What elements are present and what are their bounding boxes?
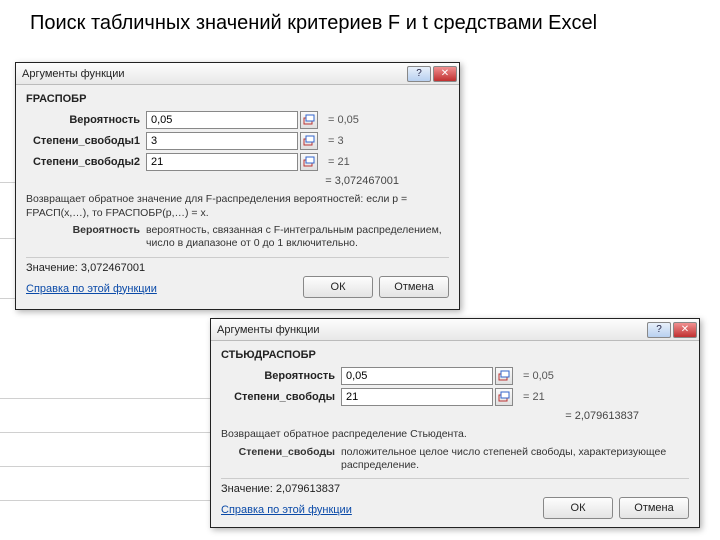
arg-eval: = 0,05 (523, 370, 554, 382)
arg-input-df1[interactable] (146, 132, 298, 150)
slide-title: Поиск табличных значений критериев F и t… (30, 12, 597, 35)
range-picker-icon[interactable] (495, 388, 513, 406)
ok-button[interactable]: ОК (543, 497, 613, 519)
arg-input-probability[interactable] (146, 111, 298, 129)
range-picker-icon[interactable] (495, 367, 513, 385)
function-name: FРАСПОБР (26, 93, 449, 105)
arg-label: Вероятность (221, 370, 341, 382)
cancel-button[interactable]: Отмена (619, 497, 689, 519)
arg-row: Вероятность = 0,05 (26, 111, 449, 129)
arg-label: Степени_свободы1 (26, 135, 146, 147)
arg-description-text: вероятность, связанная с F-интегральным … (146, 224, 449, 250)
help-link[interactable]: Справка по этой функции (26, 283, 157, 295)
result-line: Значение: 2,079613837 (221, 483, 689, 495)
arg-label: Степени_свободы (221, 391, 341, 403)
arg-description-label: Степени_свободы (221, 446, 341, 472)
arg-label: Степени_свободы2 (26, 156, 146, 168)
arg-input-df[interactable] (341, 388, 493, 406)
function-description: Возвращает обратное значение для F-распр… (26, 193, 449, 220)
range-picker-icon[interactable] (300, 153, 318, 171)
arg-description: Вероятность вероятность, связанная с F-и… (26, 224, 449, 250)
close-icon[interactable]: ✕ (673, 322, 697, 338)
arg-row: Степени_свободы1 = 3 (26, 132, 449, 150)
arg-eval: = 0,05 (328, 114, 359, 126)
cancel-button[interactable]: Отмена (379, 276, 449, 298)
range-picker-icon[interactable] (300, 132, 318, 150)
titlebar: Аргументы функции ? ✕ (16, 63, 459, 85)
help-icon[interactable]: ? (647, 322, 671, 338)
function-description: Возвращает обратное распределение Стьюде… (221, 428, 689, 442)
arg-label: Вероятность (26, 114, 146, 126)
arg-input-df2[interactable] (146, 153, 298, 171)
close-icon[interactable]: ✕ (433, 66, 457, 82)
arg-eval: = 21 (328, 156, 350, 168)
ok-button[interactable]: ОК (303, 276, 373, 298)
function-name: СТЬЮДРАСПОБР (221, 349, 689, 361)
arg-description: Степени_свободы положительное целое числ… (221, 446, 689, 472)
arg-eval: = 3 (328, 135, 344, 147)
function-args-dialog-f: Аргументы функции ? ✕ FРАСПОБР Вероятнос… (15, 62, 460, 310)
help-link[interactable]: Справка по этой функции (221, 504, 352, 516)
arg-row: Вероятность = 0,05 (221, 367, 689, 385)
arg-input-probability[interactable] (341, 367, 493, 385)
arg-description-text: положительное целое число степеней свобо… (341, 446, 689, 472)
function-args-dialog-t: Аргументы функции ? ✕ СТЬЮДРАСПОБР Вероя… (210, 318, 700, 528)
range-picker-icon[interactable] (300, 111, 318, 129)
result-preview: = 3,072467001 (26, 175, 449, 187)
arg-row: Степени_свободы = 21 (221, 388, 689, 406)
dialog-title: Аргументы функции (217, 324, 320, 336)
dialog-title: Аргументы функции (22, 68, 125, 80)
titlebar: Аргументы функции ? ✕ (211, 319, 699, 341)
arg-eval: = 21 (523, 391, 545, 403)
help-icon[interactable]: ? (407, 66, 431, 82)
result-line: Значение: 3,072467001 (26, 262, 449, 274)
arg-description-label: Вероятность (26, 224, 146, 250)
arg-row: Степени_свободы2 = 21 (26, 153, 449, 171)
result-preview: = 2,079613837 (221, 410, 689, 422)
